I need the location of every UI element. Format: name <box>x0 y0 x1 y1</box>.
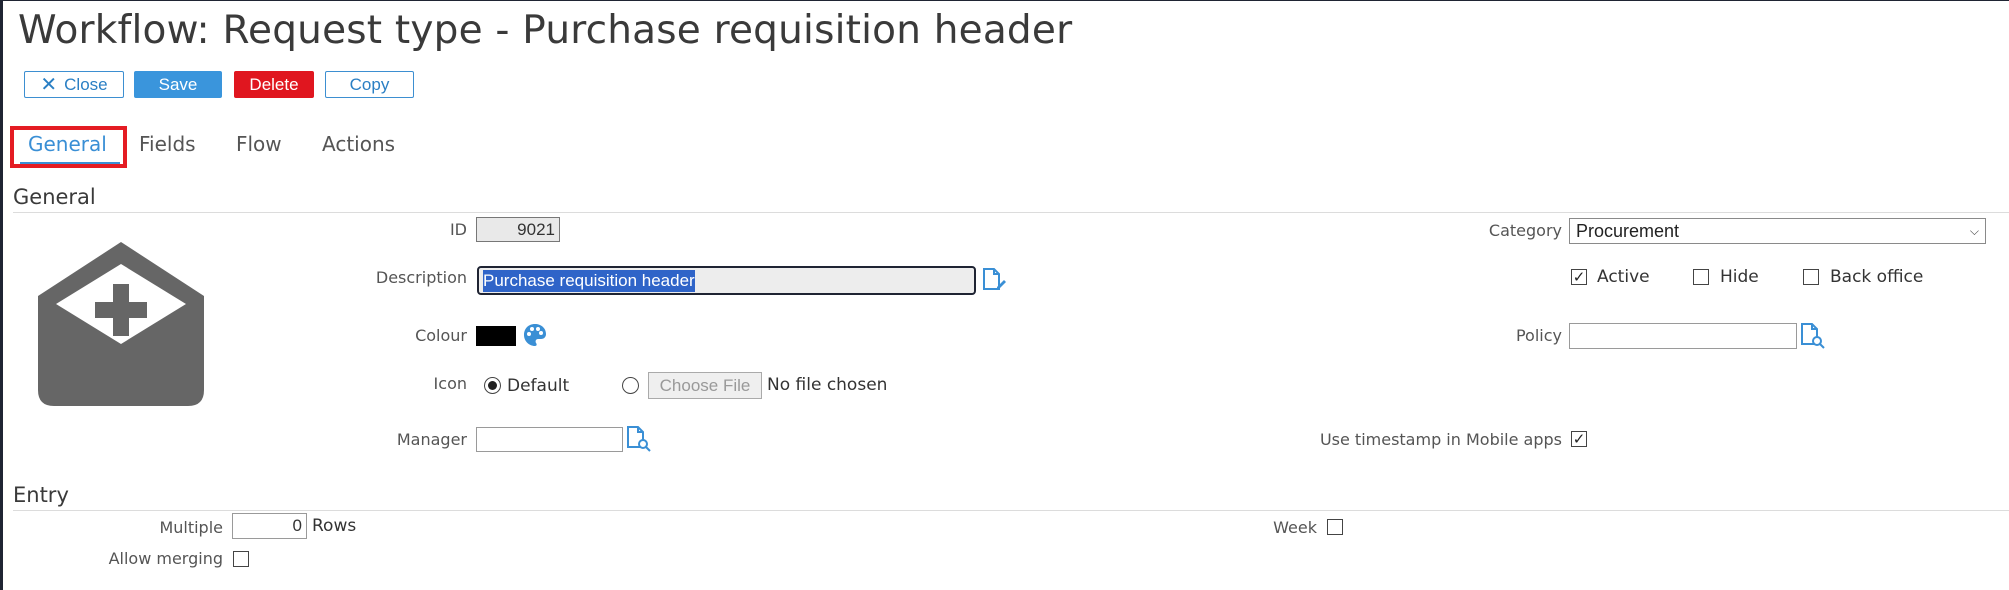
chevron-down-icon: ⌵ <box>1969 223 1979 238</box>
week-label: Week <box>1273 518 1317 537</box>
id-field: 9021 <box>476 217 560 242</box>
manager-lookup-icon[interactable] <box>625 425 651 452</box>
hide-checkbox[interactable] <box>1693 269 1709 285</box>
id-value: 9021 <box>517 219 555 239</box>
envelope-plus-icon <box>38 242 204 406</box>
week-checkbox[interactable] <box>1327 519 1343 535</box>
icon-default-label: Default <box>507 376 570 396</box>
close-button-label: Close <box>64 74 108 94</box>
back-office-checkbox[interactable] <box>1803 269 1819 285</box>
page-title: Workflow: Request type - Purchase requis… <box>18 8 1073 53</box>
timestamp-label: Use timestamp in Mobile apps <box>1319 430 1562 449</box>
allow-merging-checkbox[interactable] <box>233 551 249 567</box>
category-label: Category <box>1488 221 1562 240</box>
policy-label: Policy <box>1515 326 1562 345</box>
no-file-chosen-text: No file chosen <box>767 375 888 395</box>
copy-button-label: Copy <box>349 74 390 94</box>
tab-actions[interactable]: Actions <box>322 132 395 156</box>
close-button[interactable]: ✕ Close <box>24 71 124 98</box>
delete-button-label: Delete <box>249 74 299 94</box>
category-select[interactable]: Procurement ⌵ <box>1569 218 1986 244</box>
colour-label: Colour <box>415 326 467 345</box>
palette-icon[interactable] <box>523 323 547 347</box>
policy-input[interactable] <box>1569 323 1797 349</box>
icon-custom-radio[interactable] <box>622 377 639 394</box>
policy-lookup-icon[interactable] <box>1799 322 1825 349</box>
hide-label: Hide <box>1720 267 1759 287</box>
icon-label: Icon <box>433 374 467 393</box>
delete-button[interactable]: Delete <box>234 71 314 98</box>
timestamp-checkbox[interactable]: ✓ <box>1571 431 1587 447</box>
description-value: Purchase requisition header <box>483 269 695 292</box>
tab-flow[interactable]: Flow <box>236 132 282 156</box>
choose-file-button[interactable]: Choose File <box>648 372 762 399</box>
description-label: Description <box>375 268 467 287</box>
save-button[interactable]: Save <box>134 71 222 98</box>
section-divider <box>13 212 2009 213</box>
id-label: ID <box>449 220 467 239</box>
icon-default-radio[interactable] <box>484 377 501 394</box>
allow-merging-label: Allow merging <box>108 549 223 568</box>
save-button-label: Save <box>158 74 198 94</box>
colour-swatch[interactable] <box>476 326 516 346</box>
manager-label: Manager <box>396 430 467 449</box>
multiple-value: 0 <box>292 516 302 535</box>
copy-button[interactable]: Copy <box>325 71 414 98</box>
rows-label: Rows <box>312 516 357 536</box>
description-input[interactable]: Purchase requisition header <box>477 266 976 295</box>
manager-input[interactable] <box>476 427 623 452</box>
tab-fields[interactable]: Fields <box>139 132 196 156</box>
multiple-input[interactable]: 0 <box>232 513 307 539</box>
back-office-label: Back office <box>1830 267 1924 287</box>
close-icon: ✕ <box>40 73 58 96</box>
section-title-entry: Entry <box>13 483 69 507</box>
active-checkbox[interactable]: ✓ <box>1571 269 1587 285</box>
section-divider-entry <box>13 510 2009 511</box>
tab-highlight-box <box>10 126 127 168</box>
multiple-label: Multiple <box>159 518 223 537</box>
category-value: Procurement <box>1576 220 1680 241</box>
active-label: Active <box>1597 267 1650 287</box>
section-title-general: General <box>13 185 96 209</box>
translate-icon[interactable] <box>981 267 1007 293</box>
